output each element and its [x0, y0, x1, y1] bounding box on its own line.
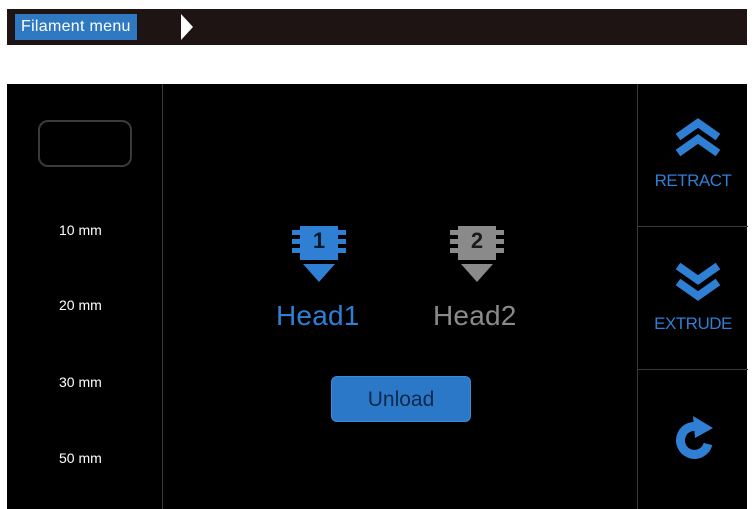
head2-number: 2: [470, 228, 484, 253]
extrude-label: EXTRUDE: [654, 314, 732, 333]
head2-label[interactable]: Head2: [433, 300, 517, 332]
length-option-30mm[interactable]: 30 mm: [59, 374, 102, 390]
length-panel: 10 mm 20 mm 30 mm 50 mm: [7, 84, 163, 509]
head1-number: 1: [312, 228, 326, 253]
head2-button[interactable]: 2: [447, 224, 507, 290]
refresh-button[interactable]: [638, 370, 748, 509]
double-chevron-up-icon: [675, 118, 721, 157]
length-value-display[interactable]: [38, 120, 132, 167]
double-chevron-down-icon: [675, 262, 721, 301]
refresh-icon: [676, 416, 713, 459]
length-option-50mm[interactable]: 50 mm: [59, 450, 102, 466]
menu-title: Filament menu: [15, 14, 137, 40]
head1-button[interactable]: 1: [289, 224, 349, 290]
length-option-20mm[interactable]: 20 mm: [59, 297, 102, 313]
unload-button[interactable]: Unload: [331, 376, 471, 422]
menu-header: Filament menu: [7, 9, 747, 45]
length-option-10mm[interactable]: 10 mm: [59, 222, 102, 238]
retract-label: RETRACT: [654, 171, 732, 190]
head1-label[interactable]: Head1: [276, 300, 360, 332]
extrude-button[interactable]: EXTRUDE: [638, 227, 748, 370]
retract-button[interactable]: RETRACT: [638, 84, 748, 227]
action-panel: RETRACT EXTRUDE: [637, 84, 748, 509]
arrow-right-icon: [181, 14, 193, 40]
head-selection-panel: 1 Head1 2 Head2 Unload: [163, 84, 637, 509]
printer-screen: 10 mm 20 mm 30 mm 50 mm 1 Head1 2 Head2 …: [7, 84, 748, 509]
